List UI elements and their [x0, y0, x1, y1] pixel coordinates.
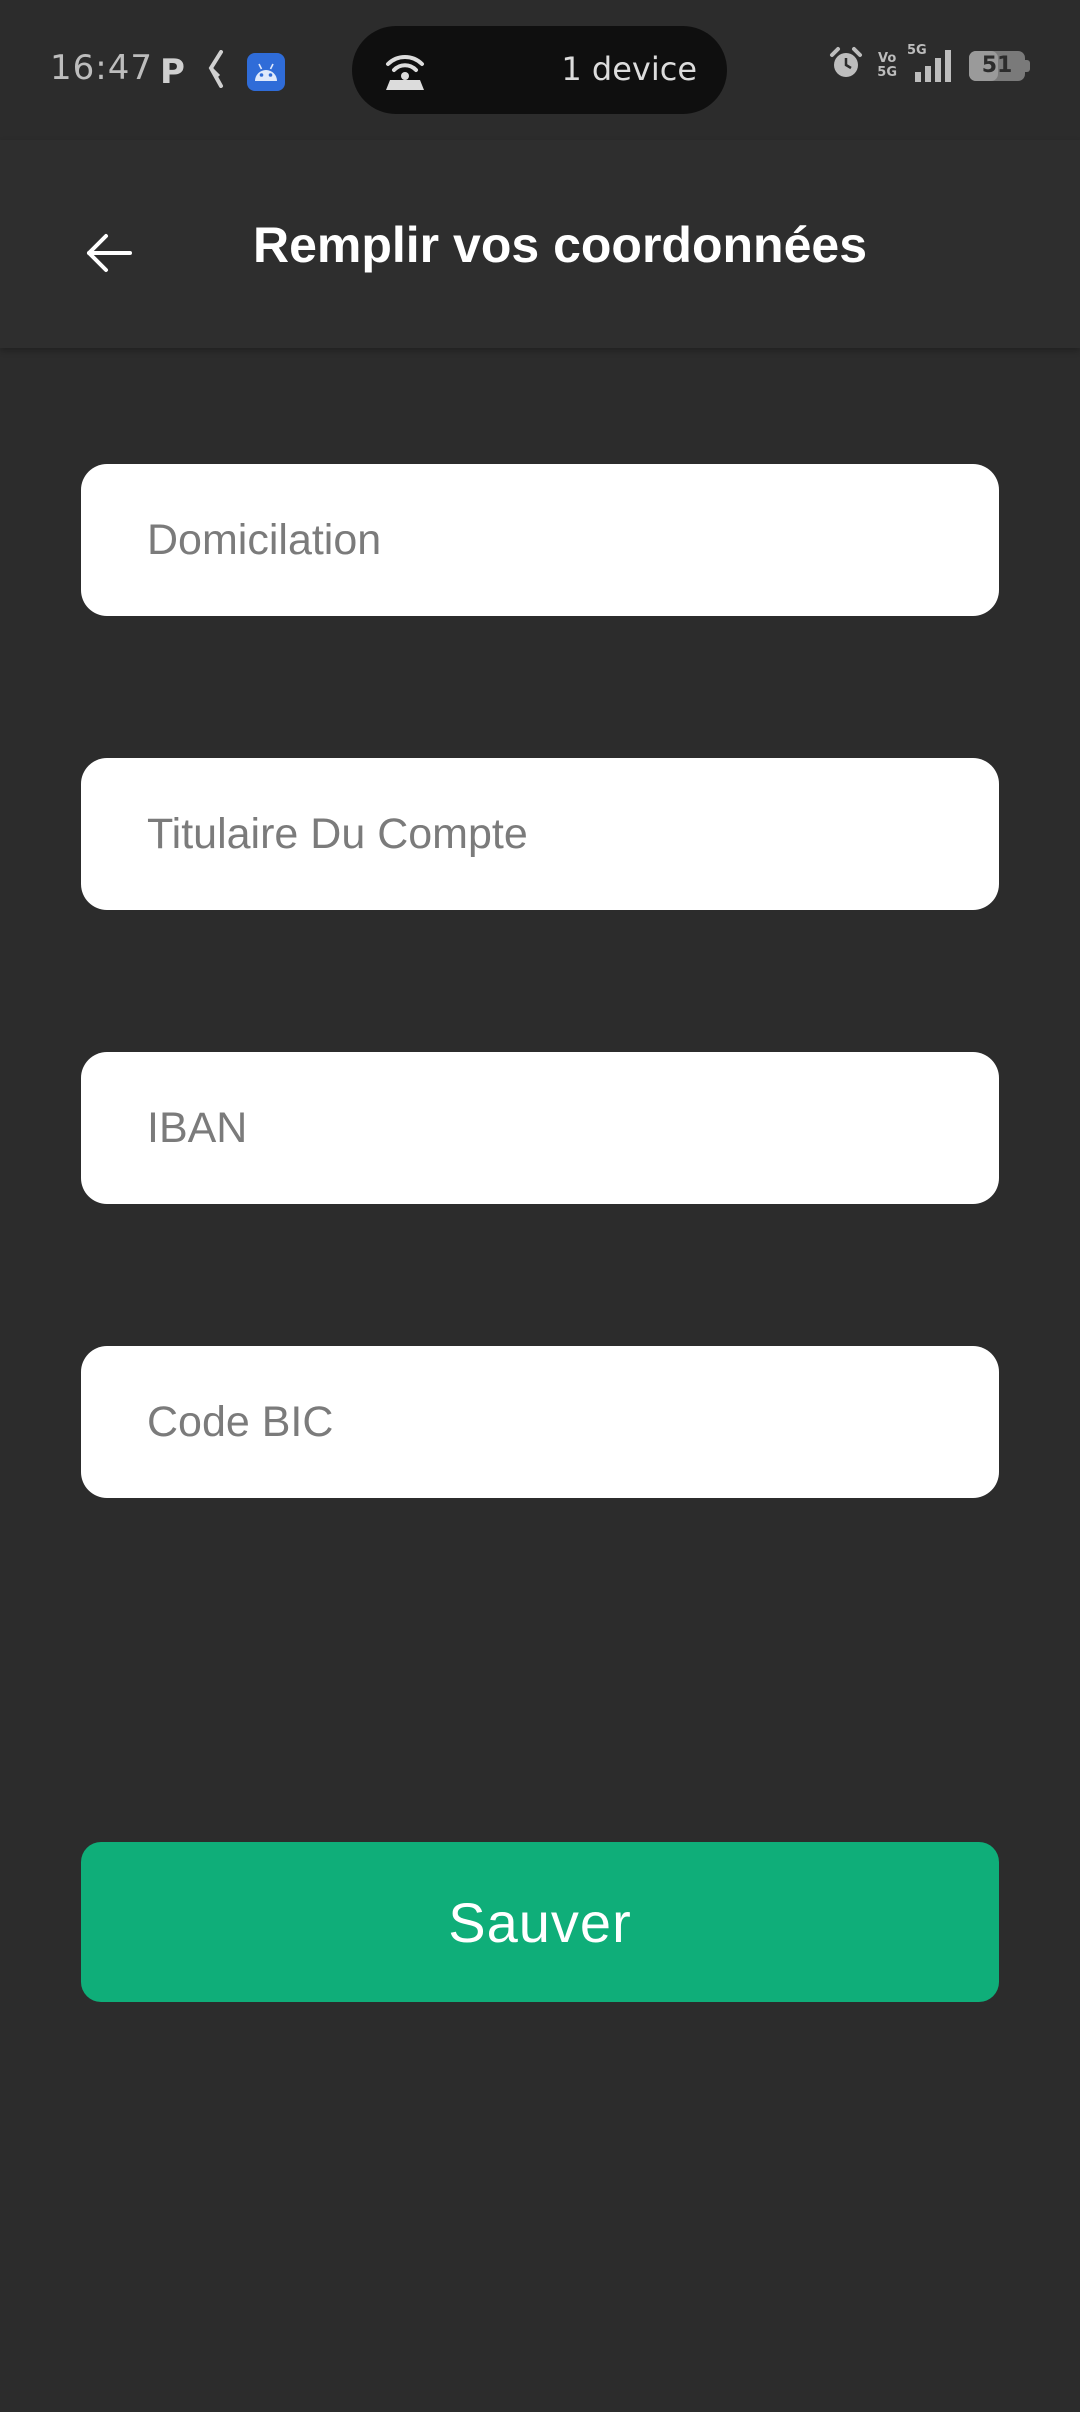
app-header: Remplir vos coordonnées: [0, 140, 1080, 348]
domiciliation-input[interactable]: [81, 464, 999, 616]
page-title: Remplir vos coordonnées: [252, 217, 868, 273]
p-icon: P: [160, 51, 185, 92]
signal-icon: 5G: [907, 43, 955, 84]
domiciliation-field[interactable]: [81, 464, 999, 616]
bic-input[interactable]: [81, 1346, 999, 1498]
iban-input[interactable]: [81, 1052, 999, 1204]
volte-icon: Vo 5G: [877, 50, 897, 80]
hotspot-pill[interactable]: 1 device: [352, 26, 727, 114]
hotspot-icon: [382, 48, 428, 92]
bic-field[interactable]: [81, 1346, 999, 1498]
status-time: 16:47: [50, 48, 153, 88]
hourglass-icon: [207, 50, 225, 93]
battery-icon: 51: [969, 50, 1030, 81]
status-bar: 16:47 P 1 device Vo 5G 5G 51: [0, 0, 1080, 140]
account-holder-input[interactable]: [81, 758, 999, 910]
status-right-icons: Vo 5G 5G 51: [829, 43, 1030, 85]
status-left-icons: P: [160, 50, 285, 93]
save-button[interactable]: Sauver: [81, 1842, 999, 2002]
hotspot-text: 1 device: [561, 50, 697, 88]
android-icon: [246, 52, 285, 91]
alarm-icon: [829, 46, 863, 85]
account-holder-field[interactable]: [81, 758, 999, 910]
iban-field[interactable]: [81, 1052, 999, 1204]
